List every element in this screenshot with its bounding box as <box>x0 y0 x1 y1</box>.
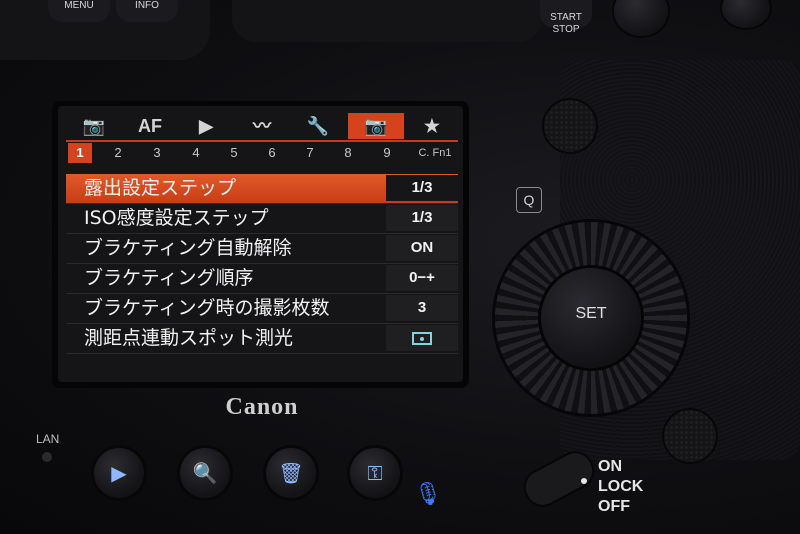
menu-item-value: ON <box>386 235 458 261</box>
menu-item-label: 測距点連動スポット測光 <box>84 327 294 349</box>
lcd-screen: 📷 AF ▶ 〰 🔧 📷 ★ 1 2 3 4 5 6 7 8 9 C. Fn1 … <box>58 106 463 382</box>
menu-item-label: ブラケティング自動解除 <box>84 237 292 259</box>
menu-item-bracket-auto-cancel[interactable]: ブラケティング自動解除 ON <box>66 234 458 264</box>
tab-shooting[interactable]: 📷 <box>66 113 122 139</box>
power-on-label: ON <box>598 458 622 475</box>
brand-logo: Canon <box>225 394 299 420</box>
page-tab-8[interactable]: 8 <box>336 143 360 163</box>
menu-button-label: MENU <box>64 0 94 11</box>
power-lock-label: LOCK <box>598 478 644 495</box>
tab-setup[interactable]: 🔧 <box>290 113 346 139</box>
quick-control-button[interactable]: Q <box>516 187 542 213</box>
trash-icon: 🗑 <box>278 461 304 485</box>
wrench-icon: 🔧 <box>306 116 330 136</box>
menu-item-bracket-sequence[interactable]: ブラケティング順序 0−+ <box>66 264 458 294</box>
menu-item-value: 3 <box>386 295 458 321</box>
page-tab-2[interactable]: 2 <box>106 143 130 163</box>
protect-key-icon: ⚿ <box>367 461 383 485</box>
tab-network[interactable]: 〰 <box>234 113 290 139</box>
info-button[interactable]: INFO <box>116 0 178 22</box>
menu-item-label: ブラケティング順序 <box>84 267 254 289</box>
zoom-button[interactable]: 🔍 <box>180 448 230 498</box>
page-tab-9[interactable]: 9 <box>375 143 399 163</box>
menu-item-value: 0−+ <box>386 265 458 291</box>
page-tab-1[interactable]: 1 <box>68 143 92 163</box>
menu-item-label: ブラケティング時の撮影枚数 <box>84 297 330 319</box>
playback-button[interactable]: ▶ <box>94 448 144 498</box>
menu-item-exposure-step[interactable]: 露出設定ステップ 1/3 <box>66 174 458 204</box>
lan-label: LAN <box>36 432 60 446</box>
playback-icon: ▶ <box>199 116 213 136</box>
menu-item-value <box>386 325 458 351</box>
speaker-grille-top <box>544 100 596 152</box>
info-button-label: INFO <box>135 0 159 11</box>
start-stop-button[interactable]: START STOP <box>540 0 592 35</box>
protect-button[interactable]: ⚿ <box>350 448 400 498</box>
set-label: SET <box>575 305 607 322</box>
tab-my-menu[interactable]: ★ <box>404 113 460 139</box>
speaker-grille-bottom <box>664 410 716 462</box>
menu-button[interactable]: MENU <box>48 0 110 22</box>
custom-function-icon: 📷 <box>364 116 388 136</box>
menu-item-value: 1/3 <box>386 205 458 231</box>
start-stop-label: START STOP <box>550 12 582 35</box>
erase-button[interactable]: 🗑 <box>266 448 316 498</box>
page-tab-3[interactable]: 3 <box>145 143 169 163</box>
zoom-icon: 🔍 <box>192 461 218 485</box>
tab-playback[interactable]: ▶ <box>178 113 234 139</box>
page-tab-6[interactable]: 6 <box>260 143 284 163</box>
menu-item-value: 1/3 <box>386 175 458 201</box>
tab-custom-functions[interactable]: 📷 <box>348 113 404 139</box>
page-tab-cfn1[interactable]: C. Fn1 <box>412 143 458 163</box>
tab-af[interactable]: AF <box>122 113 178 139</box>
page-tab-5[interactable]: 5 <box>222 143 246 163</box>
menu-item-label: ISO感度設定ステップ <box>84 207 269 229</box>
spot-metering-icon <box>412 331 432 345</box>
menu-item-iso-step[interactable]: ISO感度設定ステップ 1/3 <box>66 204 458 234</box>
star-icon: ★ <box>423 116 441 136</box>
lock-switch-indicator <box>581 478 587 484</box>
power-off-label: OFF <box>598 498 630 515</box>
af-icon: AF <box>138 116 162 136</box>
network-icon: 〰 <box>253 116 271 136</box>
page-tab-7[interactable]: 7 <box>298 143 322 163</box>
playback-button-icon: ▶ <box>111 461 127 485</box>
camera-icon: 📷 <box>82 116 106 136</box>
viewfinder-housing <box>232 0 542 42</box>
page-tab-4[interactable]: 4 <box>184 143 208 163</box>
lan-indicator <box>42 452 52 462</box>
menu-list: 露出設定ステップ 1/3 ISO感度設定ステップ 1/3 ブラケティング自動解除… <box>66 174 458 354</box>
menu-tab-bar: 📷 AF ▶ 〰 🔧 📷 ★ <box>58 106 463 142</box>
menu-item-spot-af-linked[interactable]: 測距点連動スポット測光 <box>66 324 458 354</box>
microphone-icon: 🎙 <box>414 482 442 507</box>
menu-item-bracket-shots[interactable]: ブラケティング時の撮影枚数 3 <box>66 294 458 324</box>
menu-item-label: 露出設定ステップ <box>84 177 237 199</box>
page-tab-bar: 1 2 3 4 5 6 7 8 9 C. Fn1 <box>58 142 463 164</box>
